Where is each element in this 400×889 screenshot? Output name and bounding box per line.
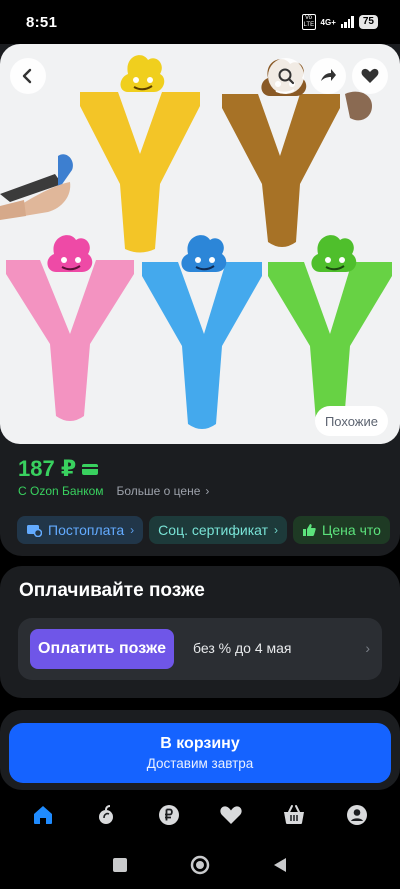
slingshot-yellow bbox=[80, 55, 200, 253]
nav-cart[interactable] bbox=[274, 795, 314, 835]
recents-icon[interactable] bbox=[112, 857, 128, 873]
feature-chips: Постоплата › Соц. сертификат › Цена что bbox=[17, 516, 400, 544]
cart-icon bbox=[283, 805, 304, 824]
more-price-link[interactable]: Больше о цене bbox=[117, 484, 201, 498]
network-type: 4G+ bbox=[320, 17, 336, 27]
home-icon bbox=[34, 806, 53, 824]
favorite-button[interactable] bbox=[352, 58, 388, 94]
nav-favorites[interactable] bbox=[211, 795, 251, 835]
chevron-right-icon: › bbox=[274, 523, 279, 537]
nav-home[interactable] bbox=[23, 795, 63, 835]
nav-fresh[interactable] bbox=[86, 795, 126, 835]
slingshot-blue bbox=[142, 235, 262, 429]
chip-label: Постоплата bbox=[48, 522, 125, 538]
favorites-icon bbox=[220, 806, 242, 824]
lens-search-button[interactable] bbox=[268, 58, 304, 94]
battery-icon: 75 bbox=[358, 15, 378, 29]
card-clock-icon bbox=[27, 525, 42, 537]
bottom-nav bbox=[0, 790, 400, 840]
bank-price-label: С Ozon Банком bbox=[18, 484, 104, 498]
product-gallery[interactable]: Похожие bbox=[0, 44, 400, 444]
cart-button-title: В корзину bbox=[160, 735, 240, 752]
thumbs-up-icon bbox=[303, 524, 316, 536]
chevron-right-icon: › bbox=[205, 484, 210, 498]
share-button[interactable] bbox=[310, 58, 346, 94]
cart-button-subtitle: Доставим завтра bbox=[146, 756, 254, 771]
system-nav-bar bbox=[0, 840, 400, 889]
nav-finance[interactable] bbox=[149, 795, 189, 835]
status-bar: 8:51 Vo LTE 4G+ 75 bbox=[0, 0, 400, 44]
similar-button[interactable]: Похожие bbox=[314, 406, 388, 436]
price-value: 187 ₽ bbox=[18, 456, 77, 481]
bank-card-icon bbox=[82, 463, 99, 475]
add-to-cart-button[interactable]: В корзину Доставим завтра bbox=[9, 723, 391, 783]
signal-icon bbox=[340, 16, 354, 28]
chip-postpay[interactable]: Постоплата › bbox=[17, 516, 144, 544]
chip-social-certificate[interactable]: Соц. сертификат › bbox=[149, 516, 288, 544]
volte-icon: Vo LTE bbox=[301, 14, 316, 30]
chip-label: Цена что bbox=[322, 522, 381, 538]
price-details[interactable]: С Ozon Банком Больше о цене › bbox=[18, 484, 209, 498]
status-indicators: Vo LTE 4G+ 75 bbox=[301, 14, 378, 30]
chip-price-guarantee[interactable]: Цена что bbox=[293, 516, 390, 544]
lens-search-icon bbox=[278, 68, 295, 85]
status-time: 8:51 bbox=[26, 13, 58, 31]
product-card: Похожие 187 ₽ С Ozon Банком Больше о цен… bbox=[0, 44, 400, 556]
chevron-right-icon: › bbox=[130, 523, 135, 537]
share-icon bbox=[321, 69, 336, 81]
pay-later-title: Оплачивайте позже bbox=[19, 580, 205, 601]
back-triangle-icon[interactable] bbox=[272, 857, 288, 873]
product-image bbox=[0, 55, 392, 429]
back-button[interactable] bbox=[10, 58, 46, 94]
pay-later-button[interactable]: Оплатить позже bbox=[30, 629, 174, 669]
fresh-icon bbox=[98, 805, 113, 824]
hand-illustration bbox=[0, 154, 73, 220]
pay-later-note: без % до 4 мая bbox=[193, 640, 292, 656]
chevron-left-icon bbox=[22, 68, 32, 84]
chip-label: Соц. сертификат bbox=[158, 522, 269, 538]
ruble-icon bbox=[158, 805, 179, 825]
pay-later-box[interactable]: Оплатить позже без % до 4 мая › bbox=[18, 618, 382, 680]
nav-profile[interactable] bbox=[337, 795, 377, 835]
slingshot-green bbox=[268, 235, 392, 427]
home-circle-icon[interactable] bbox=[190, 855, 210, 875]
pay-later-card: Оплачивайте позже Оплатить позже без % д… bbox=[0, 566, 400, 698]
slingshot-pink bbox=[6, 235, 134, 421]
chevron-right-icon: › bbox=[365, 640, 370, 656]
profile-icon bbox=[346, 805, 367, 825]
heart-icon bbox=[361, 68, 379, 83]
price-row: 187 ₽ bbox=[18, 456, 99, 482]
